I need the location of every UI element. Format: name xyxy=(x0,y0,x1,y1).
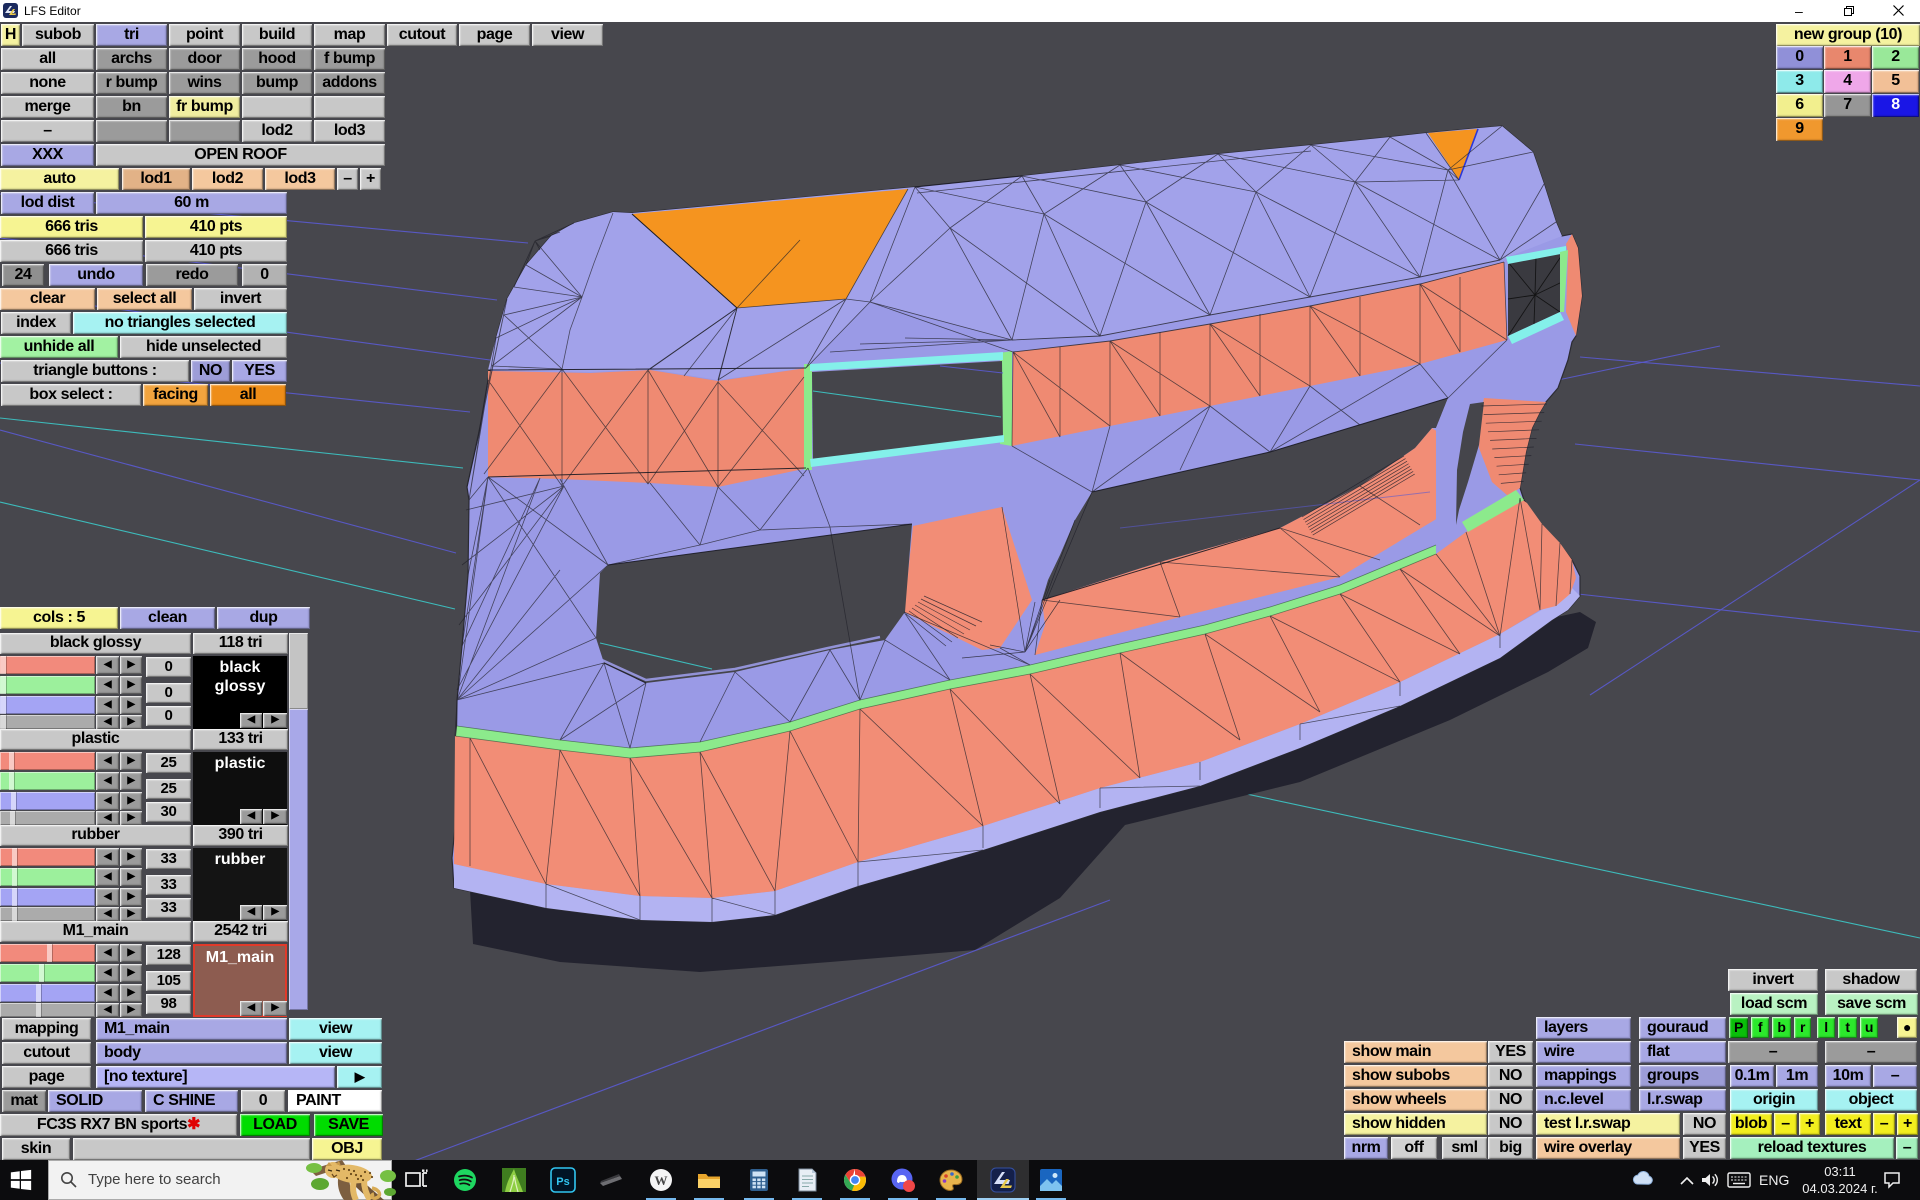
svg-text:W: W xyxy=(655,1173,668,1188)
svg-text:Ps: Ps xyxy=(556,1176,569,1188)
